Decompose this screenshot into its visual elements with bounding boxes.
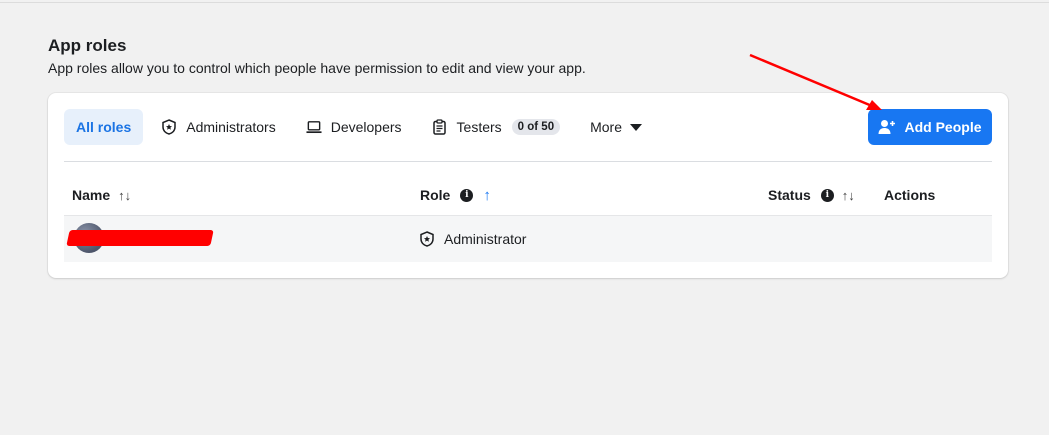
table-row[interactable]: Administrator [64,215,992,262]
tab-more[interactable]: More [578,109,654,145]
table-header: Name ↑↓ Role i ↑ Status i ↑↓ Actions [64,183,992,207]
column-status[interactable]: Status i ↑↓ [768,183,855,207]
roles-card: All roles Administrators Developers Test… [48,93,1008,278]
tab-more-label: More [590,119,623,135]
tab-testers[interactable]: Testers 0 of 50 [420,109,573,145]
role-label: Administrator [444,231,527,247]
column-role[interactable]: Role i ↑ [420,183,491,207]
info-icon[interactable]: i [820,188,834,202]
tab-developers[interactable]: Developers [294,109,414,145]
page-description: App roles allow you to control which peo… [48,60,586,76]
tab-all-roles[interactable]: All roles [64,109,144,145]
testers-count-badge: 0 of 50 [511,119,561,135]
add-people-label: Add People [904,119,982,135]
caret-down-icon [630,123,643,131]
shield-icon [420,231,436,247]
column-name[interactable]: Name ↑↓ [72,183,131,207]
column-name-label: Name [72,187,111,203]
top-divider [0,0,1049,3]
tab-testers-label: Testers [456,119,502,135]
role-tabs: All roles Administrators Developers Test… [64,109,660,145]
sort-icon[interactable]: ↑↓ [842,188,855,203]
tab-all-roles-label: All roles [76,119,132,135]
column-role-label: Role [420,187,451,203]
sort-icon[interactable]: ↑↓ [118,188,131,203]
add-person-icon [878,119,896,135]
sort-ascending-icon[interactable]: ↑ [483,187,491,204]
column-status-label: Status [768,187,811,203]
add-people-button[interactable]: Add People [868,109,992,145]
shield-icon [161,119,177,135]
role-cell: Administrator [420,231,526,247]
clipboard-icon [432,119,448,135]
card-divider [64,161,992,162]
tab-administrators[interactable]: Administrators [149,109,287,145]
tab-administrators-label: Administrators [186,119,276,135]
page-title: App roles [48,36,127,55]
laptop-icon [306,119,322,135]
tab-developers-label: Developers [330,119,402,135]
redaction-mark [66,230,214,246]
column-actions-label: Actions [884,187,936,203]
info-icon[interactable]: i [460,188,474,202]
column-actions: Actions [884,183,935,207]
